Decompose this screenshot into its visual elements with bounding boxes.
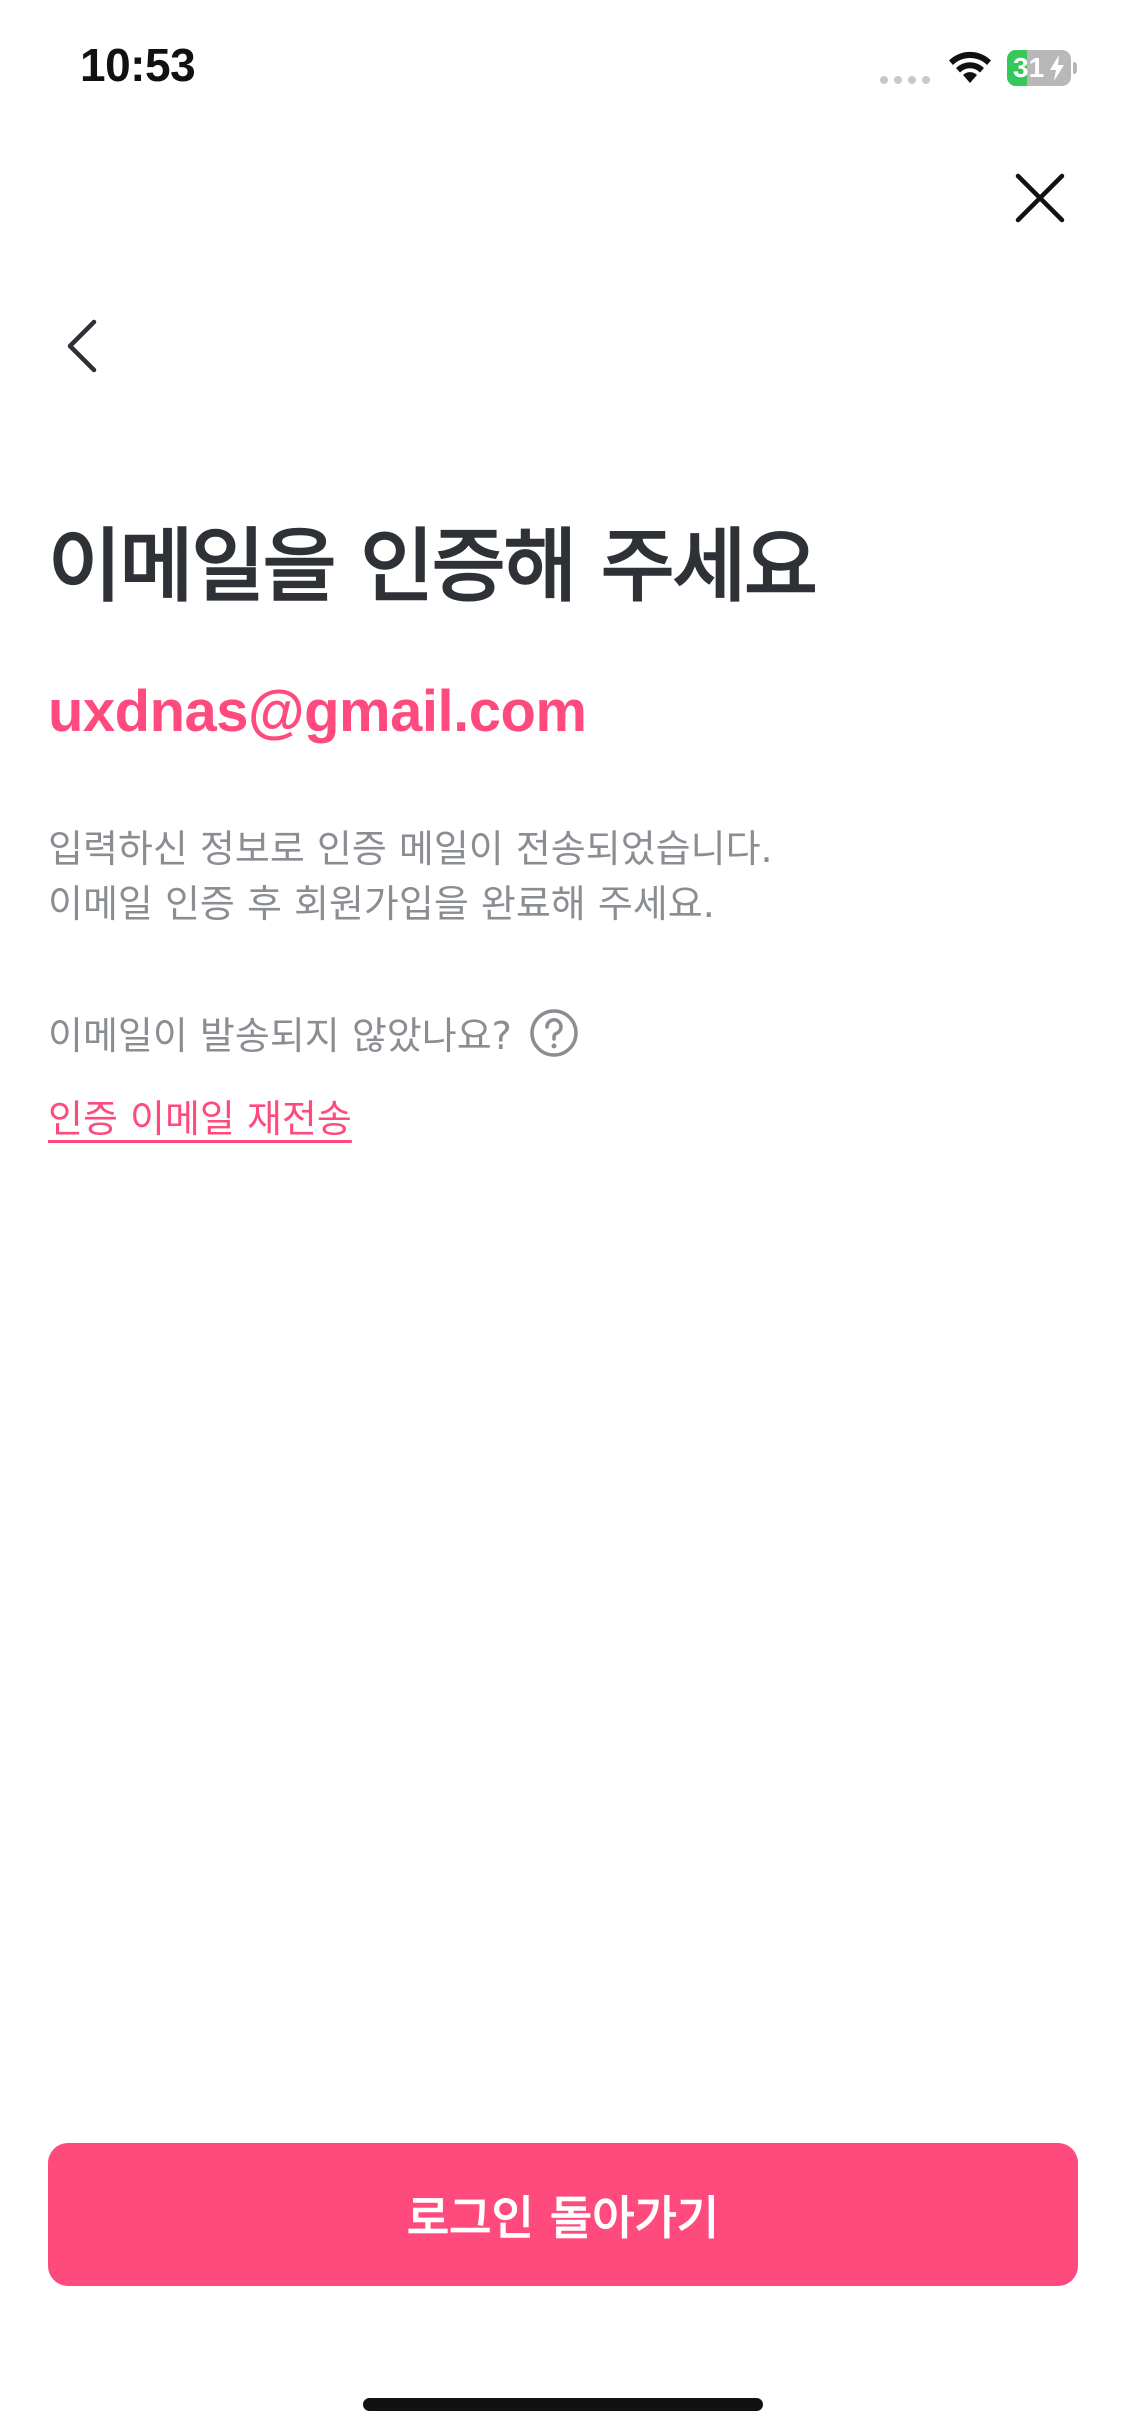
description-line-2: 이메일 인증 후 회원가입을 완료해 주세요. [48,882,715,926]
resend-email-link[interactable]: 인증 이메일 재전송 [48,1088,352,1143]
close-button[interactable] [1010,168,1070,228]
back-to-login-label: 로그인 돌아가기 [406,2190,720,2245]
back-to-login-button[interactable]: 로그인 돌아가기 [48,2143,1078,2286]
charging-bolt-icon [1050,55,1064,81]
email-verification-screen: 10:53 31 이메일을 인증해 주세요 uxdnas@gmail.com 입… [0,0,1125,2436]
not-sent-row: 이메일이 발송되지 않았나요? [48,1005,580,1060]
not-sent-question: 이메일이 발송되지 않았나요? [48,1014,512,1058]
close-icon [1015,173,1065,223]
battery-charging-icon: 31 [1007,50,1077,86]
question-circle-icon[interactable] [528,1007,580,1059]
back-button[interactable] [58,316,108,376]
wifi-icon [949,51,991,83]
battery-level-text: 31 [1013,52,1045,83]
description-text: 입력하신 정보로 인증 메일이 전송되었습니다. 이메일 인증 후 회원가입을 … [48,822,773,932]
description-line-1: 입력하신 정보로 인증 메일이 전송되었습니다. [48,827,773,871]
home-indicator[interactable] [363,2398,763,2411]
page-title: 이메일을 인증해 주세요 [48,520,818,613]
chevron-left-icon [67,319,97,373]
cellular-signal-icon [880,76,930,84]
status-time: 10:53 [80,39,196,91]
email-address: uxdnas@gmail.com [48,679,587,744]
